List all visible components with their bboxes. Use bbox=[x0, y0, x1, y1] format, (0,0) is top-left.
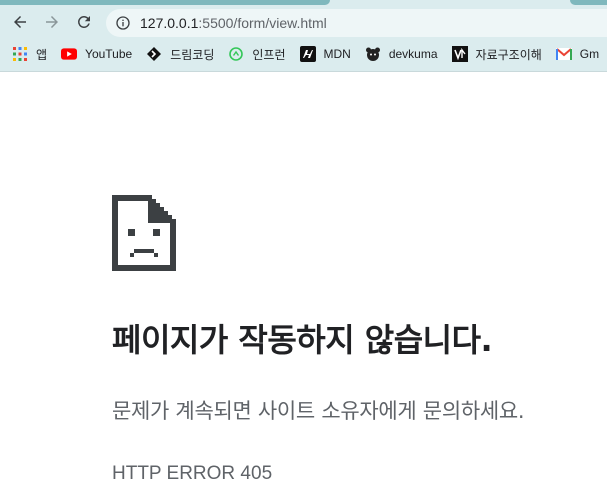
gmail-icon bbox=[555, 46, 572, 62]
error-title: 페이지가 작동하지 않습니다. bbox=[112, 321, 493, 359]
bookmark-dreamcoding[interactable]: 드림코딩 bbox=[146, 46, 214, 63]
datastructure-icon bbox=[451, 46, 468, 62]
arrow-left-icon bbox=[14, 16, 26, 28]
bookmark-datastructure[interactable]: 자료구조이해 bbox=[451, 46, 542, 63]
bookmark-label: MDN bbox=[323, 47, 351, 61]
browser-chrome: 127.0.0.1:5500/form/view.html 앱 YouTube bbox=[0, 0, 607, 72]
browser-toolbar: 127.0.0.1:5500/form/view.html bbox=[0, 6, 607, 38]
apps-grid-icon bbox=[12, 46, 28, 62]
next-tab-edge[interactable] bbox=[570, 0, 607, 5]
info-icon[interactable] bbox=[115, 15, 131, 31]
bookmark-mdn[interactable]: MDN bbox=[299, 46, 351, 62]
bookmark-label: 인프런 bbox=[252, 47, 286, 62]
sad-page-icon bbox=[112, 195, 176, 271]
error-page: 페이지가 작동하지 않습니다. 문제가 계속되면 사이트 소유자에게 문의하세요… bbox=[0, 72, 607, 499]
reload-icon bbox=[78, 16, 90, 28]
bookmark-label: 드림코딩 bbox=[170, 47, 215, 62]
error-code: HTTP ERROR 405 bbox=[112, 463, 273, 484]
bookmark-label: YouTube bbox=[85, 47, 133, 61]
address-bar[interactable]: 127.0.0.1:5500/form/view.html bbox=[106, 9, 607, 37]
bookmark-label: 앱 bbox=[36, 47, 48, 62]
inflearn-icon bbox=[228, 46, 244, 62]
url-host: 127.0.0.1 bbox=[140, 15, 199, 31]
youtube-icon bbox=[61, 46, 78, 62]
bookmark-label: Gm bbox=[579, 47, 600, 61]
bookmark-label: devkuma bbox=[388, 47, 438, 61]
devkuma-icon bbox=[365, 46, 381, 62]
bookmark-label: 자료구조이해 bbox=[475, 47, 542, 62]
url-text[interactable]: 127.0.0.1:5500/form/view.html bbox=[140, 15, 327, 31]
arrow-right-icon bbox=[46, 16, 58, 28]
active-tab-edge[interactable] bbox=[0, 0, 330, 5]
forward-button[interactable] bbox=[40, 10, 64, 34]
mdn-icon bbox=[299, 46, 316, 62]
bookmarks-bar: 앱 YouTube 드림코딩 인프런 MDN devkuma 자료구조이해 Gm bbox=[0, 41, 607, 67]
bookmark-devkuma[interactable]: devkuma bbox=[365, 46, 438, 62]
bookmark-inflearn[interactable]: 인프런 bbox=[228, 46, 286, 63]
bookmark-youtube[interactable]: YouTube bbox=[61, 46, 132, 62]
bookmark-gmail[interactable]: Gm bbox=[555, 46, 600, 62]
dreamcoding-icon bbox=[146, 46, 162, 62]
back-button[interactable] bbox=[8, 10, 32, 34]
url-path: :5500/form/view.html bbox=[198, 15, 327, 31]
bookmark-apps[interactable]: 앱 bbox=[12, 46, 47, 63]
reload-button[interactable] bbox=[72, 10, 96, 34]
error-message: 문제가 계속되면 사이트 소유자에게 문의하세요. bbox=[112, 399, 525, 423]
